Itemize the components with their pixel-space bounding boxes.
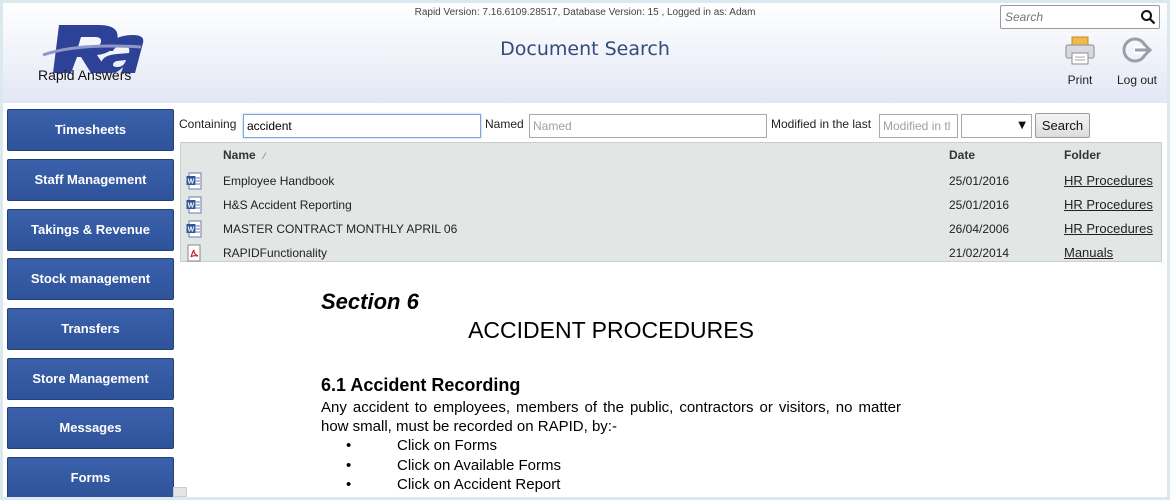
results-table: Name ⁄ Date Folder W Employee Handbook 25…: [180, 142, 1162, 262]
svg-text:W: W: [188, 203, 195, 210]
document-heading: ACCIDENT PROCEDURES: [468, 317, 754, 343]
pdf-doc-icon: [187, 244, 201, 262]
document-preview: Section 6 ACCIDENT PROCEDURES 6.1 Accide…: [181, 265, 1167, 497]
column-header-date[interactable]: Date: [949, 148, 975, 162]
header: Rapid Answers Rapid Version: 7.16.6109.2…: [3, 3, 1167, 103]
svg-text:W: W: [188, 227, 195, 234]
chevron-down-icon: ▼: [1018, 120, 1026, 131]
document-subheading: 6.1 Accident Recording: [321, 375, 521, 395]
table-row[interactable]: W H&S Accident Reporting 25/01/2016 HR P…: [181, 193, 1161, 217]
result-date: 26/04/2006: [949, 222, 1010, 236]
sidebar-item-staff-management[interactable]: Staff Management: [7, 159, 174, 201]
result-name: H&S Accident Reporting: [223, 198, 352, 212]
sidebar-item-stock-management[interactable]: Stock management: [7, 258, 174, 300]
svg-text:W: W: [188, 179, 195, 186]
result-folder-link[interactable]: HR Procedures: [1064, 173, 1153, 188]
result-date: 21/02/2014: [949, 246, 1010, 260]
sort-icon: ⁄: [263, 151, 266, 161]
sidebar-item-timesheets[interactable]: Timesheets: [7, 109, 174, 151]
named-label: Named: [485, 117, 524, 131]
containing-label: Containing: [179, 117, 237, 131]
version-info: Rapid Version: 7.16.6109.28517, Database…: [414, 7, 756, 18]
table-row[interactable]: W MASTER CONTRACT MONTHLY APRIL 06 26/04…: [181, 217, 1161, 241]
sidebar-item-takings-revenue[interactable]: Takings & Revenue: [7, 209, 174, 251]
search-button[interactable]: Search: [1035, 113, 1090, 138]
document-paragraph: Any accident to employees, members of th…: [321, 399, 901, 435]
column-header-folder[interactable]: Folder: [1064, 148, 1101, 162]
named-input[interactable]: [529, 114, 767, 138]
global-search-box[interactable]: [1000, 5, 1160, 29]
printer-icon: [1065, 36, 1095, 65]
result-name: RAPIDFunctionality: [223, 246, 328, 260]
print-button[interactable]: Print: [1052, 35, 1108, 87]
modified-label: Modified in the last: [771, 117, 872, 131]
sidebar-item-messages[interactable]: Messages: [7, 407, 174, 449]
sidebar-item-transfers[interactable]: Transfers: [7, 308, 174, 350]
search-icon[interactable]: [1140, 9, 1156, 25]
modified-unit-select[interactable]: ▼: [961, 114, 1032, 138]
app-window: Rapid Answers Rapid Version: 7.16.6109.2…: [3, 3, 1167, 497]
result-date: 25/01/2016: [949, 174, 1010, 188]
logout-label: Log out: [1116, 73, 1158, 87]
result-folder-link[interactable]: HR Procedures: [1064, 221, 1153, 236]
column-header-name[interactable]: Name ⁄: [223, 148, 265, 162]
sidebar-item-store-management[interactable]: Store Management: [7, 358, 174, 400]
result-folder-link[interactable]: HR Procedures: [1064, 197, 1153, 212]
document-section-title: Section 6: [321, 289, 419, 314]
table-row[interactable]: RAPIDFunctionality 21/02/2014 Manuals: [181, 241, 1161, 265]
print-label: Print: [1067, 73, 1093, 87]
result-name: MASTER CONTRACT MONTHLY APRIL 06: [223, 222, 458, 236]
result-folder-link[interactable]: Manuals: [1064, 245, 1113, 260]
scrollbar-handle[interactable]: [173, 487, 187, 497]
sidebar: Timesheets Staff Management Takings & Re…: [3, 103, 179, 497]
page-title: Document Search: [500, 38, 670, 60]
result-name: Employee Handbook: [223, 174, 335, 188]
result-date: 25/01/2016: [949, 198, 1010, 212]
word-doc-icon: W: [186, 220, 202, 238]
logout-button[interactable]: Log out: [1109, 35, 1165, 87]
logo-text: Rapid Answers: [38, 67, 132, 83]
word-doc-icon: W: [186, 196, 202, 214]
word-doc-icon: W: [186, 172, 202, 190]
sidebar-item-forms[interactable]: Forms: [7, 457, 174, 497]
table-row[interactable]: W Employee Handbook 25/01/2016 HR Proced…: [181, 169, 1161, 193]
table-header: Name ⁄ Date Folder: [181, 143, 1161, 165]
logout-icon: [1122, 37, 1153, 63]
modified-input[interactable]: [879, 114, 958, 138]
containing-input[interactable]: [243, 114, 481, 138]
global-search-input[interactable]: [1001, 6, 1133, 28]
